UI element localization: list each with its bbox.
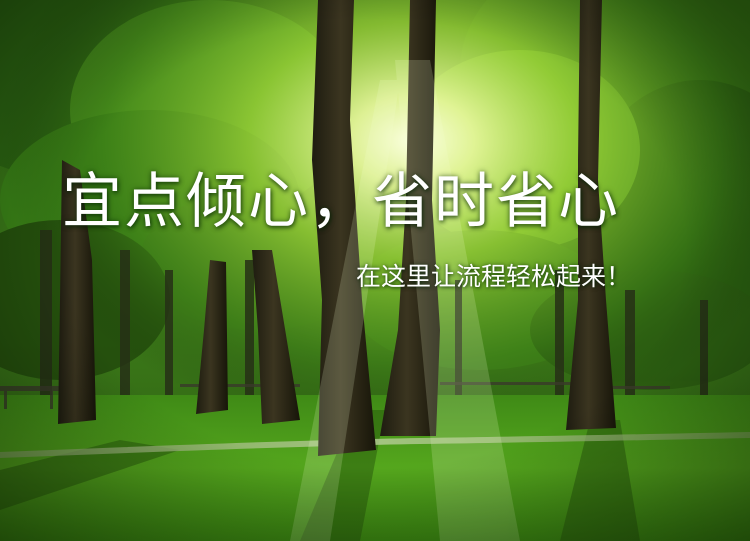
banner-headline: 宜点倾心，省时省心 [62, 167, 620, 237]
banner-subline: 在这里让流程轻松起来！ [356, 262, 632, 291]
hero-banner: 宜点倾心，省时省心 在这里让流程轻松起来！ [0, 0, 750, 541]
